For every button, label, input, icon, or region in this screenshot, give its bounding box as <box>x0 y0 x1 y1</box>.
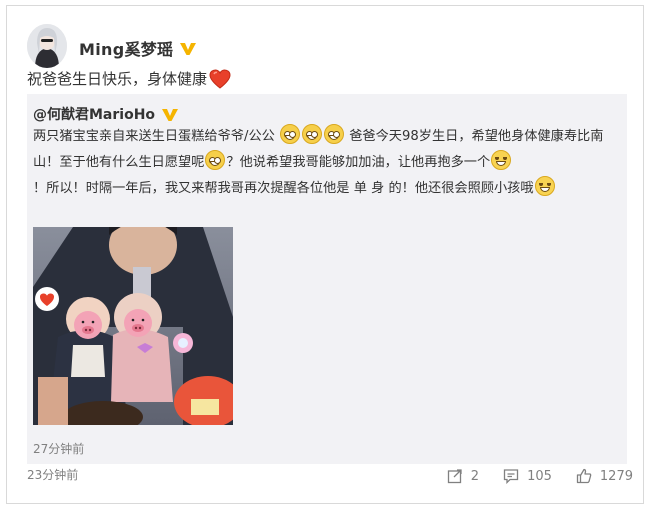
pig-sticker-icon <box>124 309 152 337</box>
post-photo[interactable] <box>33 227 233 425</box>
weibo-post-card: Ming奚梦瑶 祝爸爸生日快乐，身体健康 @何猷君MarioHo 两只猪宝宝亲自… <box>6 5 644 504</box>
glasses-face-emoji-icon <box>205 150 226 170</box>
verified-v-icon <box>179 41 197 55</box>
author-avatar[interactable] <box>27 24 67 68</box>
like-button[interactable]: 1279 <box>576 468 633 484</box>
comment-button[interactable]: 105 <box>503 468 552 484</box>
verified-v-icon <box>161 107 179 121</box>
post-actions: 2 105 1279 <box>423 468 633 484</box>
post-text-content: 祝爸爸生日快乐，身体健康 <box>27 70 208 88</box>
post-timestamp[interactable]: 23分钟前 <box>27 466 78 483</box>
post-text: 祝爸爸生日快乐，身体健康 <box>27 68 231 89</box>
comment-icon <box>503 469 519 484</box>
reposted-weibo[interactable]: @何猷君MarioHo 两只猪宝宝亲自来送生日蛋糕给爷爷/公公 爸爸今天98岁生… <box>27 94 627 464</box>
dizzy-face-emoji-icon <box>324 124 345 144</box>
grin-emoji-icon <box>491 150 512 170</box>
thumbs-up-icon <box>576 468 592 484</box>
like-count: 1279 <box>599 468 633 484</box>
repost-icon <box>447 469 462 484</box>
repost-timestamp[interactable]: 27分钟前 <box>33 440 84 457</box>
author-name[interactable]: Ming奚梦瑶 <box>79 36 173 60</box>
grin-emoji-icon <box>534 176 555 196</box>
dizzy-face-emoji-icon <box>302 124 323 144</box>
comment-count: 105 <box>527 468 552 484</box>
heart-emoji-icon <box>209 68 231 89</box>
dizzy-face-emoji-icon <box>280 124 301 144</box>
repost-text: 两只猪宝宝亲自来送生日蛋糕给爷爷/公公 爸爸今天98岁生日，希望他身体健康寿比南… <box>33 124 623 202</box>
repost-button[interactable]: 2 <box>447 468 479 484</box>
repost-count: 2 <box>470 468 480 484</box>
pig-sticker-icon <box>74 311 102 339</box>
repost-author-name[interactable]: @何猷君MarioHo <box>33 104 155 124</box>
